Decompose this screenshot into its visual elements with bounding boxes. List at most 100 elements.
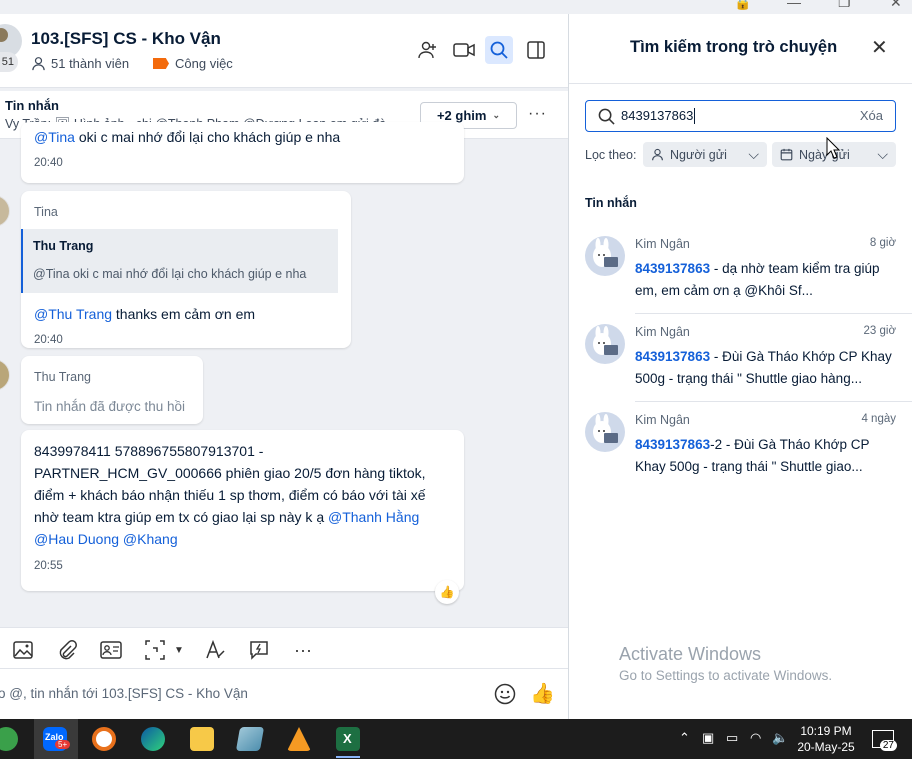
tag-flag-icon xyxy=(153,58,169,69)
toggle-sidebar-button[interactable] xyxy=(522,36,550,64)
format-text-button[interactable] xyxy=(204,639,226,661)
quick-message-button[interactable] xyxy=(248,639,270,661)
more-options-icon[interactable]: ··· xyxy=(528,105,547,123)
mention[interactable]: @Tina xyxy=(34,129,75,145)
quote-text: @Tina oki c mai nhớ đổi lại cho khách gi… xyxy=(33,267,307,281)
clear-search-button[interactable]: Xóa xyxy=(860,108,883,123)
battery-icon[interactable]: ▭ xyxy=(726,730,738,746)
screenshot-button[interactable] xyxy=(144,639,166,661)
quoted-message[interactable]: Thu Trang @Tina oki c mai nhớ đổi lại ch… xyxy=(21,229,338,293)
chat-title[interactable]: 103.[SFS] CS - Kho Vận xyxy=(31,29,221,49)
text-format-icon xyxy=(206,640,225,659)
search-panel: Tìm kiếm trong trò chuyện ✕ 8439137863 X… xyxy=(569,14,912,719)
add-member-button[interactable] xyxy=(414,36,442,64)
like-reaction-button[interactable]: 👍 xyxy=(435,580,459,604)
app-icon-triangle[interactable] xyxy=(287,727,311,751)
person-icon xyxy=(32,57,45,71)
message-text: thanks em cảm ơn em xyxy=(112,306,256,322)
search-result[interactable]: Kim Ngân 8 giờ 8439137863 - dạ nhờ team … xyxy=(569,226,912,314)
notification-center-button[interactable]: 27 xyxy=(872,730,897,751)
member-count[interactable]: 51 thành viên xyxy=(31,56,129,71)
sender-name: Thu Trang xyxy=(34,370,91,384)
mouse-cursor-icon xyxy=(826,137,840,159)
paperclip-icon xyxy=(59,640,77,660)
result-time: 4 ngày xyxy=(861,413,896,425)
message-bubble[interactable]: Tina Thu Trang @Tina oki c mai nhớ đổi l… xyxy=(21,191,351,348)
edge-icon[interactable] xyxy=(141,727,165,751)
taskbar: Zalo 5+ X ⌃ ▣ ▭ ◠ 🔈 10:19 PM 20-May-25 2… xyxy=(0,719,912,759)
filter-sender-label: Người gửi xyxy=(670,147,727,162)
maximize-icon[interactable]: ❐ xyxy=(838,0,851,11)
thumbs-up-icon: 👍 xyxy=(439,585,455,599)
result-sender: Kim Ngân xyxy=(635,413,690,427)
search-input[interactable]: 8439137863 Xóa xyxy=(585,100,896,132)
more-tools-icon[interactable]: ··· xyxy=(292,639,314,661)
activation-watermark-subtitle: Go to Settings to activate Windows. xyxy=(619,668,833,683)
search-query: 8439137863 xyxy=(621,107,696,125)
clock[interactable]: 10:19 PM 20-May-25 xyxy=(790,723,862,755)
message-time: 20:55 xyxy=(34,560,63,572)
video-call-button[interactable] xyxy=(450,36,478,64)
app-icon-blue[interactable] xyxy=(235,727,265,751)
image-button[interactable] xyxy=(12,639,34,661)
avatar xyxy=(585,324,625,364)
quote-author: Thu Trang xyxy=(33,239,94,253)
chevron-down-icon: ⌵ xyxy=(877,146,888,162)
filter-label: Lọc theo: xyxy=(585,148,637,162)
tray-app-icon[interactable]: ▣ xyxy=(702,730,714,746)
sender-avatar[interactable] xyxy=(0,195,10,227)
thumbs-up-icon: 👍 xyxy=(530,683,555,705)
wifi-icon[interactable]: ◠ xyxy=(750,730,761,746)
add-person-icon xyxy=(418,41,436,59)
excel-icon[interactable]: X xyxy=(336,727,360,751)
quick-like-button[interactable]: 👍 xyxy=(530,681,555,706)
sticky-notes-icon[interactable] xyxy=(190,727,214,751)
chevron-up-icon[interactable]: ⌃ xyxy=(679,730,690,746)
screenshot-options-icon[interactable]: ▼ xyxy=(168,639,190,661)
sender-avatar[interactable] xyxy=(0,359,10,391)
contact-card-icon xyxy=(100,641,122,659)
filter-date-label: Ngày gửi xyxy=(799,147,850,162)
avatar-count: 51 xyxy=(0,52,18,72)
minimize-icon[interactable]: — xyxy=(787,0,801,10)
message-bubble[interactable]: Thu Trang Tin nhắn đã được thu hồi xyxy=(21,356,203,424)
message-text: oki c mai nhớ đổi lại cho khách giúp e n… xyxy=(74,129,341,145)
result-time: 8 giờ xyxy=(869,237,896,249)
filter-sender-dropdown[interactable]: Người gửi ⌵ xyxy=(643,142,767,167)
lightning-message-icon xyxy=(250,641,268,660)
contact-card-button[interactable] xyxy=(100,639,122,661)
search-chat-button[interactable] xyxy=(485,36,513,64)
result-text: 8439137863 - Đùi Gà Tháo Khớp CP Khay 50… xyxy=(635,349,892,386)
composer-toolbar: ▼ ··· xyxy=(0,627,568,669)
attach-button[interactable] xyxy=(56,639,78,661)
search-icon xyxy=(598,108,615,125)
search-result[interactable]: Kim Ngân 4 ngày 8439137863-2 - Đùi Gà Th… xyxy=(569,402,912,490)
clock-time: 10:19 PM xyxy=(800,724,852,738)
tag-label: Công việc xyxy=(175,56,233,71)
zalo-app-icon[interactable]: Zalo 5+ xyxy=(43,727,71,751)
emoji-button[interactable] xyxy=(494,683,516,708)
lock-icon[interactable]: 🔒 xyxy=(734,0,751,11)
sender-name: Tina xyxy=(34,205,58,219)
app-icon-orange[interactable] xyxy=(92,727,116,751)
running-indicator xyxy=(336,756,360,758)
message-bubble[interactable]: 8439978411 578896755807913701 - PARTNER_… xyxy=(21,430,464,591)
recalled-message: Tin nhắn đã được thu hồi xyxy=(34,399,185,414)
clock-date: 20-May-25 xyxy=(797,740,855,754)
message-time: 20:40 xyxy=(34,334,63,346)
close-window-icon[interactable]: ✕ xyxy=(890,0,902,11)
search-panel-title: Tìm kiếm trong trò chuyện xyxy=(630,38,838,56)
mention[interactable]: @Thu Trang xyxy=(34,306,112,322)
chat-header: 51 103.[SFS] CS - Kho Vận 51 thành viên … xyxy=(0,14,568,88)
message-input[interactable]: o @, tin nhắn tới 103.[SFS] CS - Kho Vận… xyxy=(0,669,568,719)
volume-icon[interactable]: 🔈 xyxy=(772,730,788,746)
activation-watermark-title: Activate Windows xyxy=(619,644,762,664)
chat-tag[interactable]: Công việc xyxy=(153,56,233,71)
search-result[interactable]: Kim Ngân 23 giờ 8439137863 - Đùi Gà Tháo… xyxy=(569,314,912,402)
message-bubble[interactable]: @Tina oki c mai nhớ đổi lại cho khách gi… xyxy=(21,122,464,183)
close-icon[interactable]: ✕ xyxy=(871,38,888,58)
app-icon-green[interactable] xyxy=(0,727,18,751)
more-pins-label: +2 ghim xyxy=(436,108,487,123)
notification-count: 27 xyxy=(879,740,897,751)
result-sender: Kim Ngân xyxy=(635,325,690,339)
